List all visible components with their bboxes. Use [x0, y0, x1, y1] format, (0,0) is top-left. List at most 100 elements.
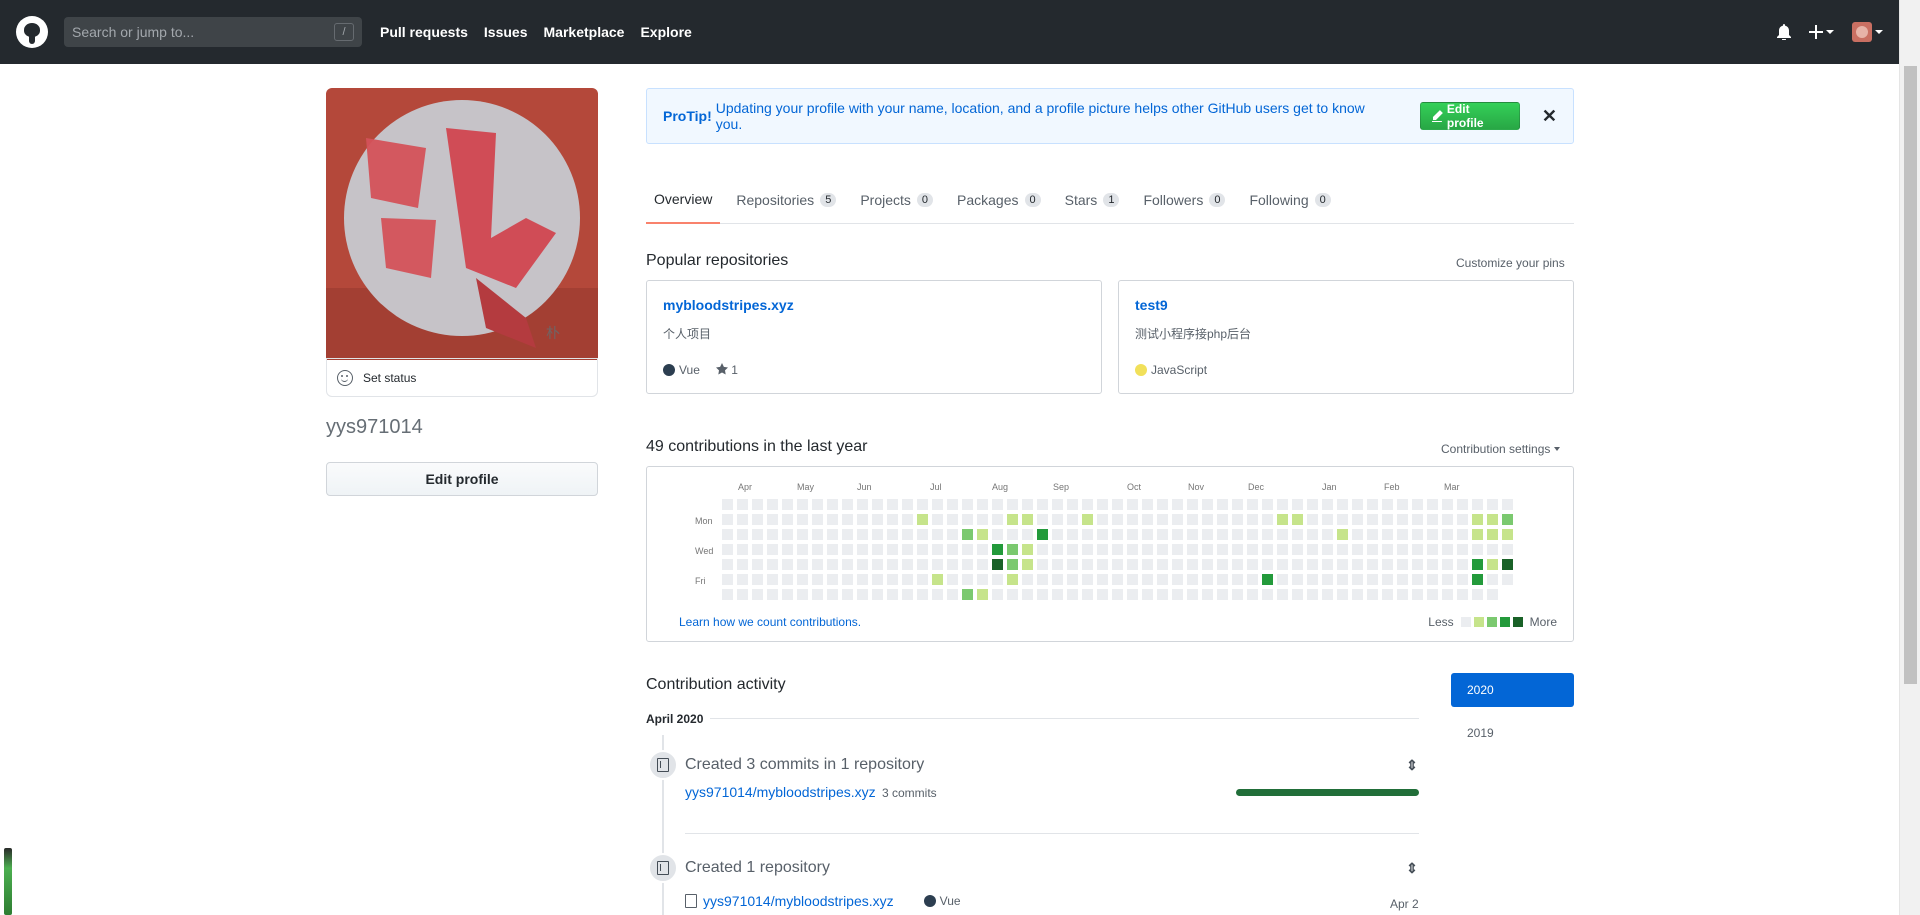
contribution-day[interactable] [782, 589, 793, 600]
contribution-day[interactable] [827, 544, 838, 555]
contribution-day[interactable] [1292, 499, 1303, 510]
contribution-day[interactable] [1412, 544, 1423, 555]
contribution-day[interactable] [1442, 529, 1453, 540]
contribution-day[interactable] [1382, 589, 1393, 600]
tab-stars[interactable]: Stars 1 [1057, 176, 1128, 224]
contribution-day[interactable] [1157, 529, 1168, 540]
contribution-day[interactable] [827, 529, 838, 540]
contribution-day[interactable] [1337, 499, 1348, 510]
contribution-day[interactable] [1307, 559, 1318, 570]
repo-name-link[interactable]: test9 [1135, 297, 1557, 313]
contribution-day[interactable] [1067, 574, 1078, 585]
edit-profile-button[interactable]: Edit profile [326, 462, 598, 496]
contribution-day[interactable] [1262, 499, 1273, 510]
contribution-day[interactable] [1067, 559, 1078, 570]
contribution-day[interactable] [1157, 499, 1168, 510]
profile-avatar[interactable]: 朴 [326, 88, 598, 360]
contribution-day[interactable] [1352, 574, 1363, 585]
tab-following[interactable]: Following 0 [1241, 176, 1338, 224]
contribution-day[interactable] [872, 529, 883, 540]
tab-packages[interactable]: Packages 0 [949, 176, 1049, 224]
contribution-day[interactable] [1457, 529, 1468, 540]
contribution-day[interactable] [1337, 529, 1348, 540]
contribution-day[interactable] [1502, 514, 1513, 525]
contribution-day[interactable] [1022, 544, 1033, 555]
contribution-day[interactable] [1127, 589, 1138, 600]
contribution-day[interactable] [827, 589, 838, 600]
contribution-day[interactable] [902, 574, 913, 585]
contribution-day[interactable] [1247, 544, 1258, 555]
contribution-day[interactable] [1112, 544, 1123, 555]
contribution-day[interactable] [1322, 514, 1333, 525]
contribution-day[interactable] [932, 574, 943, 585]
contribution-day[interactable] [1382, 499, 1393, 510]
contribution-day[interactable] [1487, 589, 1498, 600]
contribution-day[interactable] [1217, 589, 1228, 600]
contribution-day[interactable] [1472, 544, 1483, 555]
contribution-day[interactable] [1187, 499, 1198, 510]
contribution-day[interactable] [842, 559, 853, 570]
contribution-day[interactable] [1202, 574, 1213, 585]
contribution-day[interactable] [1172, 529, 1183, 540]
contribution-day[interactable] [857, 559, 868, 570]
contribution-day[interactable] [1157, 574, 1168, 585]
contribution-day[interactable] [1052, 499, 1063, 510]
contribution-day[interactable] [1262, 559, 1273, 570]
nav-pull-requests[interactable]: Pull requests [380, 24, 468, 40]
contribution-day[interactable] [752, 574, 763, 585]
contribution-day[interactable] [782, 559, 793, 570]
contribution-day[interactable] [1007, 544, 1018, 555]
contribution-day[interactable] [1142, 574, 1153, 585]
contribution-day[interactable] [1247, 514, 1258, 525]
contribution-day[interactable] [1427, 559, 1438, 570]
contribution-day[interactable] [872, 499, 883, 510]
contribution-day[interactable] [1472, 589, 1483, 600]
contribution-day[interactable] [1187, 574, 1198, 585]
contribution-day[interactable] [1502, 574, 1513, 585]
contribution-day[interactable] [1127, 529, 1138, 540]
contribution-day[interactable] [1472, 559, 1483, 570]
contribution-day[interactable] [977, 559, 988, 570]
contribution-day[interactable] [1412, 574, 1423, 585]
contribution-day[interactable] [827, 499, 838, 510]
contribution-day[interactable] [1202, 514, 1213, 525]
contribution-day[interactable] [962, 574, 973, 585]
contribution-day[interactable] [1307, 514, 1318, 525]
contribution-day[interactable] [977, 499, 988, 510]
contribution-day[interactable] [812, 514, 823, 525]
contribution-day[interactable] [1112, 574, 1123, 585]
contribution-day[interactable] [1187, 544, 1198, 555]
contribution-day[interactable] [1232, 574, 1243, 585]
contribution-day[interactable] [887, 529, 898, 540]
contribution-day[interactable] [1142, 514, 1153, 525]
contribution-day[interactable] [1262, 529, 1273, 540]
contribution-day[interactable] [1457, 514, 1468, 525]
contribution-day[interactable] [1487, 529, 1498, 540]
contribution-day[interactable] [722, 514, 733, 525]
contribution-day[interactable] [1067, 529, 1078, 540]
contribution-day[interactable] [857, 499, 868, 510]
contribution-day[interactable] [902, 514, 913, 525]
contribution-day[interactable] [1442, 559, 1453, 570]
contribution-day[interactable] [1487, 499, 1498, 510]
contribution-day[interactable] [1307, 589, 1318, 600]
contribution-day[interactable] [1187, 529, 1198, 540]
contribution-day[interactable] [1352, 589, 1363, 600]
contribution-day[interactable] [1217, 529, 1228, 540]
contribution-day[interactable] [1322, 499, 1333, 510]
contribution-day[interactable] [947, 544, 958, 555]
contribution-day[interactable] [1322, 529, 1333, 540]
contribution-day[interactable] [1502, 544, 1513, 555]
contribution-day[interactable] [797, 589, 808, 600]
contribution-day[interactable] [1427, 529, 1438, 540]
user-menu-dropdown[interactable] [1852, 22, 1883, 42]
contribution-day[interactable] [1112, 589, 1123, 600]
contribution-day[interactable] [857, 574, 868, 585]
contribution-day[interactable] [947, 559, 958, 570]
contribution-day[interactable] [737, 499, 748, 510]
contribution-day[interactable] [1457, 574, 1468, 585]
contribution-day[interactable] [1052, 529, 1063, 540]
contribution-day[interactable] [1052, 559, 1063, 570]
github-logo-icon[interactable] [16, 16, 48, 48]
contribution-day[interactable] [1262, 574, 1273, 585]
